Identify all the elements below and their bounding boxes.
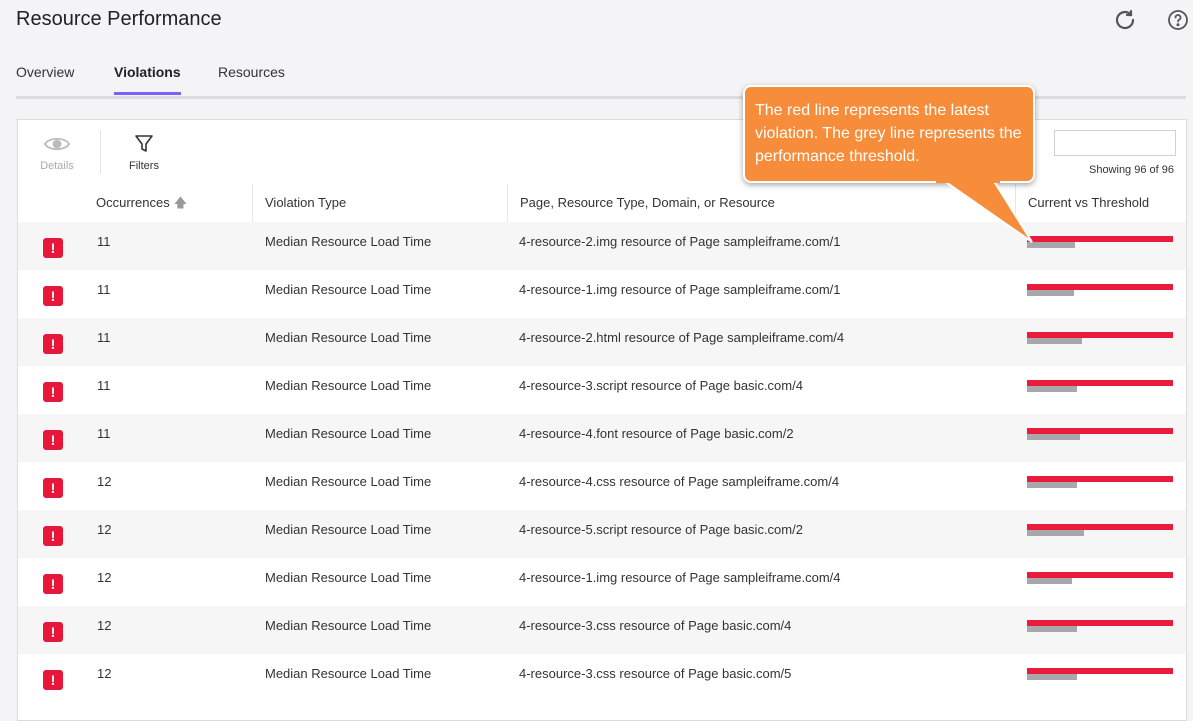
- annotation-callout: The red line represents the latest viola…: [743, 85, 1035, 183]
- threshold-bar: [1027, 434, 1080, 440]
- resource-cell: 4-resource-3.css resource of Page basic.…: [519, 666, 792, 681]
- violation-alert-icon: !: [43, 622, 63, 642]
- violations-table-body: ! 11 Median Resource Load Time 4-resource-2…: [18, 222, 1186, 702]
- page-title: Resource Performance: [16, 8, 222, 30]
- threshold-bar: [1027, 530, 1084, 536]
- showing-count: Showing 96 of 96: [1088, 164, 1174, 176]
- violation-type-cell: Median Resource Load Time: [265, 618, 432, 633]
- violation-alert-icon: !: [43, 670, 63, 690]
- threshold-bar: [1027, 482, 1077, 488]
- violation-alert-icon: !: [43, 238, 63, 258]
- threshold-bar: [1027, 626, 1077, 632]
- details-label: Details: [40, 160, 74, 172]
- tab-resources[interactable]: Resources: [218, 64, 285, 92]
- resource-cell: 4-resource-2.html resource of Page sampl…: [519, 330, 845, 345]
- current-vs-threshold-bars: [1027, 524, 1173, 544]
- resource-cell: 4-resource-3.css resource of Page basic.…: [519, 618, 792, 633]
- resource-cell: 4-resource-2.img resource of Page sample…: [519, 234, 841, 249]
- threshold-bar: [1027, 578, 1072, 584]
- current-vs-threshold-bars: [1027, 236, 1173, 256]
- occurrences-cell: 11: [97, 282, 111, 297]
- table-row[interactable]: ! 11 Median Resource Load Time 4-resource-4…: [18, 414, 1186, 462]
- callout-pointer: [936, 178, 1033, 243]
- violation-alert-icon: !: [43, 574, 63, 594]
- threshold-bar: [1027, 338, 1082, 344]
- current-vs-threshold-bars: [1027, 428, 1173, 448]
- resource-cell: 4-resource-1.img resource of Page sample…: [519, 282, 841, 297]
- occurrences-cell: 11: [97, 378, 111, 393]
- violation-type-cell: Median Resource Load Time: [265, 426, 432, 441]
- violation-type-cell: Median Resource Load Time: [265, 570, 432, 585]
- toolbar-divider: [100, 130, 101, 174]
- occurrences-cell: 12: [97, 474, 112, 489]
- filters-button[interactable]: Filters: [114, 134, 174, 172]
- tab-overview[interactable]: Overview: [16, 64, 74, 92]
- violation-alert-icon: !: [43, 382, 63, 402]
- violation-type-cell: Median Resource Load Time: [265, 234, 432, 249]
- callout-text: The red line represents the latest viola…: [755, 102, 1022, 165]
- search-input[interactable]: [1054, 130, 1176, 156]
- occurrences-cell: 12: [97, 666, 112, 681]
- table-row[interactable]: ! 11 Median Resource Load Time 4-resource-3…: [18, 366, 1186, 414]
- violation-alert-icon: !: [43, 286, 63, 306]
- header-occurrences[interactable]: Occurrences 🡅: [84, 184, 254, 222]
- resource-cell: 4-resource-1.img resource of Page sample…: [519, 570, 841, 585]
- occurrences-cell: 11: [97, 426, 111, 441]
- refresh-icon[interactable]: [1113, 8, 1137, 32]
- resource-cell: 4-resource-4.css resource of Page sample…: [519, 474, 840, 489]
- filter-icon: [135, 135, 153, 152]
- table-row[interactable]: ! 12 Median Resource Load Time 4-resource-5…: [18, 510, 1186, 558]
- violation-type-cell: Median Resource Load Time: [265, 330, 432, 345]
- threshold-bar: [1027, 290, 1074, 296]
- resource-cell: 4-resource-5.script resource of Page bas…: [519, 522, 803, 537]
- table-row[interactable]: ! 12 Median Resource Load Time 4-resource-1…: [18, 558, 1186, 606]
- current-vs-threshold-bars: [1027, 668, 1173, 688]
- tab-violations[interactable]: Violations: [114, 64, 181, 95]
- threshold-bar: [1027, 386, 1077, 392]
- details-button[interactable]: Details: [27, 134, 87, 172]
- violation-alert-icon: !: [43, 526, 63, 546]
- table-row[interactable]: ! 12 Median Resource Load Time 4-resource-3…: [18, 654, 1186, 702]
- help-icon[interactable]: [1166, 8, 1190, 32]
- occurrences-cell: 12: [97, 618, 112, 633]
- table-row[interactable]: ! 12 Median Resource Load Time 4-resource-3…: [18, 606, 1186, 654]
- table-row[interactable]: ! 11 Median Resource Load Time 4-resource-2…: [18, 318, 1186, 366]
- violation-alert-icon: !: [43, 430, 63, 450]
- occurrences-cell: 11: [97, 330, 111, 345]
- header-violation-type[interactable]: Violation Type: [252, 184, 508, 222]
- occurrences-cell: 11: [97, 234, 111, 249]
- resource-cell: 4-resource-3.script resource of Page bas…: [519, 378, 803, 393]
- current-vs-threshold-bars: [1027, 476, 1173, 496]
- current-vs-threshold-bars: [1027, 284, 1173, 304]
- violation-type-cell: Median Resource Load Time: [265, 522, 432, 537]
- occurrences-cell: 12: [97, 522, 112, 537]
- table-row[interactable]: ! 11 Median Resource Load Time 4-resource-1…: [18, 270, 1186, 318]
- violation-type-cell: Median Resource Load Time: [265, 474, 432, 489]
- current-vs-threshold-bars: [1027, 332, 1173, 352]
- current-vs-threshold-bars: [1027, 380, 1173, 400]
- violation-type-cell: Median Resource Load Time: [265, 378, 432, 393]
- sort-ascending-icon: 🡅: [173, 195, 188, 210]
- resource-cell: 4-resource-4.font resource of Page basic…: [519, 426, 794, 441]
- table-row[interactable]: ! 12 Median Resource Load Time 4-resource-4…: [18, 462, 1186, 510]
- eye-icon: [44, 137, 70, 151]
- violation-alert-icon: !: [43, 478, 63, 498]
- violation-alert-icon: !: [43, 334, 63, 354]
- violation-type-cell: Median Resource Load Time: [265, 666, 432, 681]
- violation-type-cell: Median Resource Load Time: [265, 282, 432, 297]
- threshold-bar: [1027, 674, 1077, 680]
- current-vs-threshold-bars: [1027, 572, 1173, 592]
- occurrences-cell: 12: [97, 570, 112, 585]
- filters-label: Filters: [129, 160, 159, 172]
- current-vs-threshold-bars: [1027, 620, 1173, 640]
